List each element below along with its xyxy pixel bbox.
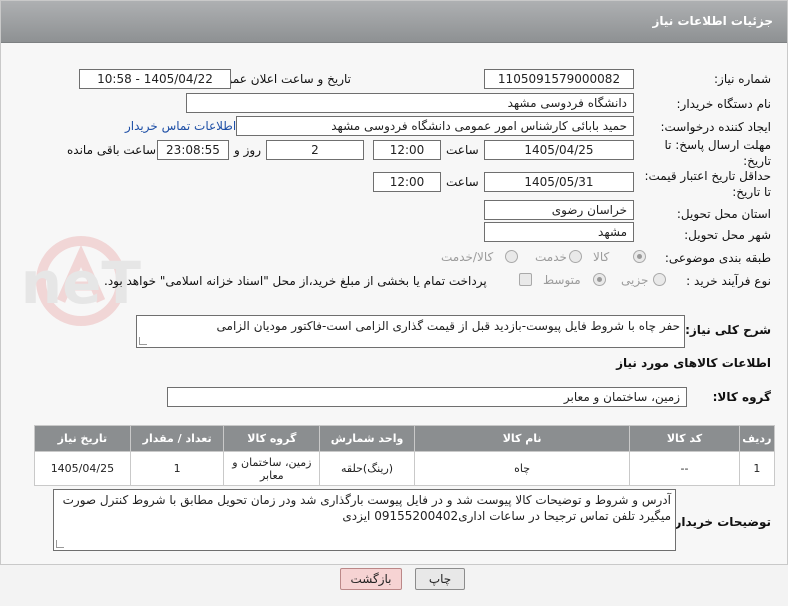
table-row: 1 -- چاه (رینگ)حلقه زمین، ساختمان و معاب…: [34, 451, 776, 486]
need-details-panel: جزئیات اطلاعات نیاز AriaTender.neT شماره…: [0, 0, 788, 565]
cell-quantity: 1: [129, 451, 225, 486]
city-label: شهر محل تحویل:: [684, 228, 771, 242]
announce-date-field: 1405/04/22 - 10:58: [79, 69, 231, 89]
category-radio-service[interactable]: [569, 250, 582, 263]
province-field: خراسان رضوی: [484, 200, 634, 220]
goods-group-label: گروه کالا:: [712, 390, 771, 404]
panel-title: جزئیات اطلاعات نیاز: [652, 14, 773, 28]
process-radio-minor[interactable]: [653, 273, 666, 286]
deadline-date-field: 1405/04/25: [484, 140, 634, 160]
print-button[interactable]: چاپ: [415, 568, 465, 590]
process-label: نوع فرآیند خرید :: [686, 274, 771, 288]
cell-row-number: 1: [738, 451, 776, 486]
validity-date-field: 1405/05/31: [484, 172, 634, 192]
buyer-notes-textarea[interactable]: آدرس و شروط و توضیحات کالا پیوست شد و در…: [53, 489, 676, 551]
remaining-time-label: ساعت باقی مانده: [67, 143, 157, 157]
column-header-unit: واحد شمارش: [319, 425, 415, 452]
buyer-notes-label: توضیحات خریدار:: [669, 515, 771, 529]
buyer-org-label: نام دستگاه خریدار:: [676, 97, 772, 111]
column-header-name: نام کالا: [413, 425, 631, 452]
cell-need-date: 1405/04/25: [34, 451, 131, 486]
column-header-row-number: ردیف: [738, 425, 776, 452]
process-option-minor: جزیی: [621, 273, 649, 287]
description-text: حفر چاه با شروط فایل پیوست-بازدید قبل از…: [216, 319, 680, 333]
process-option-medium: متوسط: [543, 273, 581, 287]
category-radio-goods-service[interactable]: [505, 250, 518, 263]
validity-time-label: ساعت: [446, 175, 479, 189]
goods-group-field: زمین، ساختمان و معابر: [167, 387, 687, 407]
need-number-field: 1105091579000082: [484, 69, 634, 89]
province-label: استان محل تحویل:: [676, 207, 771, 221]
description-label: شرح کلی نیاز:: [685, 323, 771, 337]
deadline-time-field: 12:00: [373, 140, 441, 160]
cell-group: زمین، ساختمان و معابر: [223, 451, 321, 486]
deadline-label: مهلت ارسال پاسخ: تا تاریخ:: [664, 138, 771, 168]
column-header-need-date: تاریخ نیاز: [34, 425, 131, 452]
buyer-org-field: دانشگاه فردوسی مشهد: [186, 93, 634, 113]
goods-table-header-row: ردیف کد کالا نام کالا واحد شمارش گروه کا…: [34, 425, 776, 452]
cell-unit: (رینگ)حلقه: [319, 451, 415, 486]
description-textarea[interactable]: حفر چاه با شروط فایل پیوست-بازدید قبل از…: [136, 315, 685, 348]
category-option-goods-service: کالا/خدمت: [441, 250, 494, 264]
remaining-days-field: 2: [266, 140, 364, 160]
back-button[interactable]: بازگشت: [340, 568, 402, 590]
validity-label: حداقل تاریخ اعتبار قیمت: تا تاریخ:: [644, 169, 771, 199]
resize-handle-icon[interactable]: [139, 337, 147, 345]
need-number-label: شماره نیاز:: [714, 72, 771, 86]
buyer-notes-line-1: آدرس و شروط و توضیحات کالا پیوست شد و در…: [62, 493, 671, 507]
panel-header: جزئیات اطلاعات نیاز: [1, 1, 787, 43]
category-option-goods: کالا: [593, 250, 610, 264]
process-radio-medium[interactable]: [593, 273, 606, 286]
buyer-notes-line-2: میگیرد تلفن تماس ترجیحا در ساعات اداری09…: [342, 509, 671, 523]
cell-code: --: [629, 451, 740, 486]
cell-name: چاه: [413, 451, 631, 486]
treasury-payment-note: پرداخت تمام یا بخشی از مبلغ خرید،از محل …: [104, 274, 487, 288]
column-header-quantity: تعداد / مقدار: [129, 425, 225, 452]
treasury-payment-checkbox[interactable]: [519, 273, 532, 286]
category-radio-goods[interactable]: [633, 250, 646, 263]
goods-table: ردیف کد کالا نام کالا واحد شمارش گروه کا…: [34, 425, 776, 486]
requester-label: ایجاد کننده درخواست:: [660, 120, 771, 134]
resize-handle-icon[interactable]: [56, 540, 64, 548]
category-label: طبقه بندی موضوعی:: [664, 251, 771, 265]
city-field: مشهد: [484, 222, 634, 242]
column-header-code: کد کالا: [629, 425, 740, 452]
deadline-time-label: ساعت: [446, 143, 479, 157]
buyer-contact-link[interactable]: اطلاعات تماس خریدار: [125, 119, 236, 133]
category-option-service: خدمت: [535, 250, 567, 264]
days-label: روز و: [234, 143, 261, 157]
requester-field: حمید بابائی کارشناس امور عمومی دانشگاه ف…: [236, 116, 634, 136]
remaining-time-field: 23:08:55: [157, 140, 229, 160]
goods-info-title: اطلاعات کالاهای مورد نیاز: [616, 356, 771, 370]
validity-time-field: 12:00: [373, 172, 441, 192]
column-header-group: گروه کالا: [223, 425, 321, 452]
